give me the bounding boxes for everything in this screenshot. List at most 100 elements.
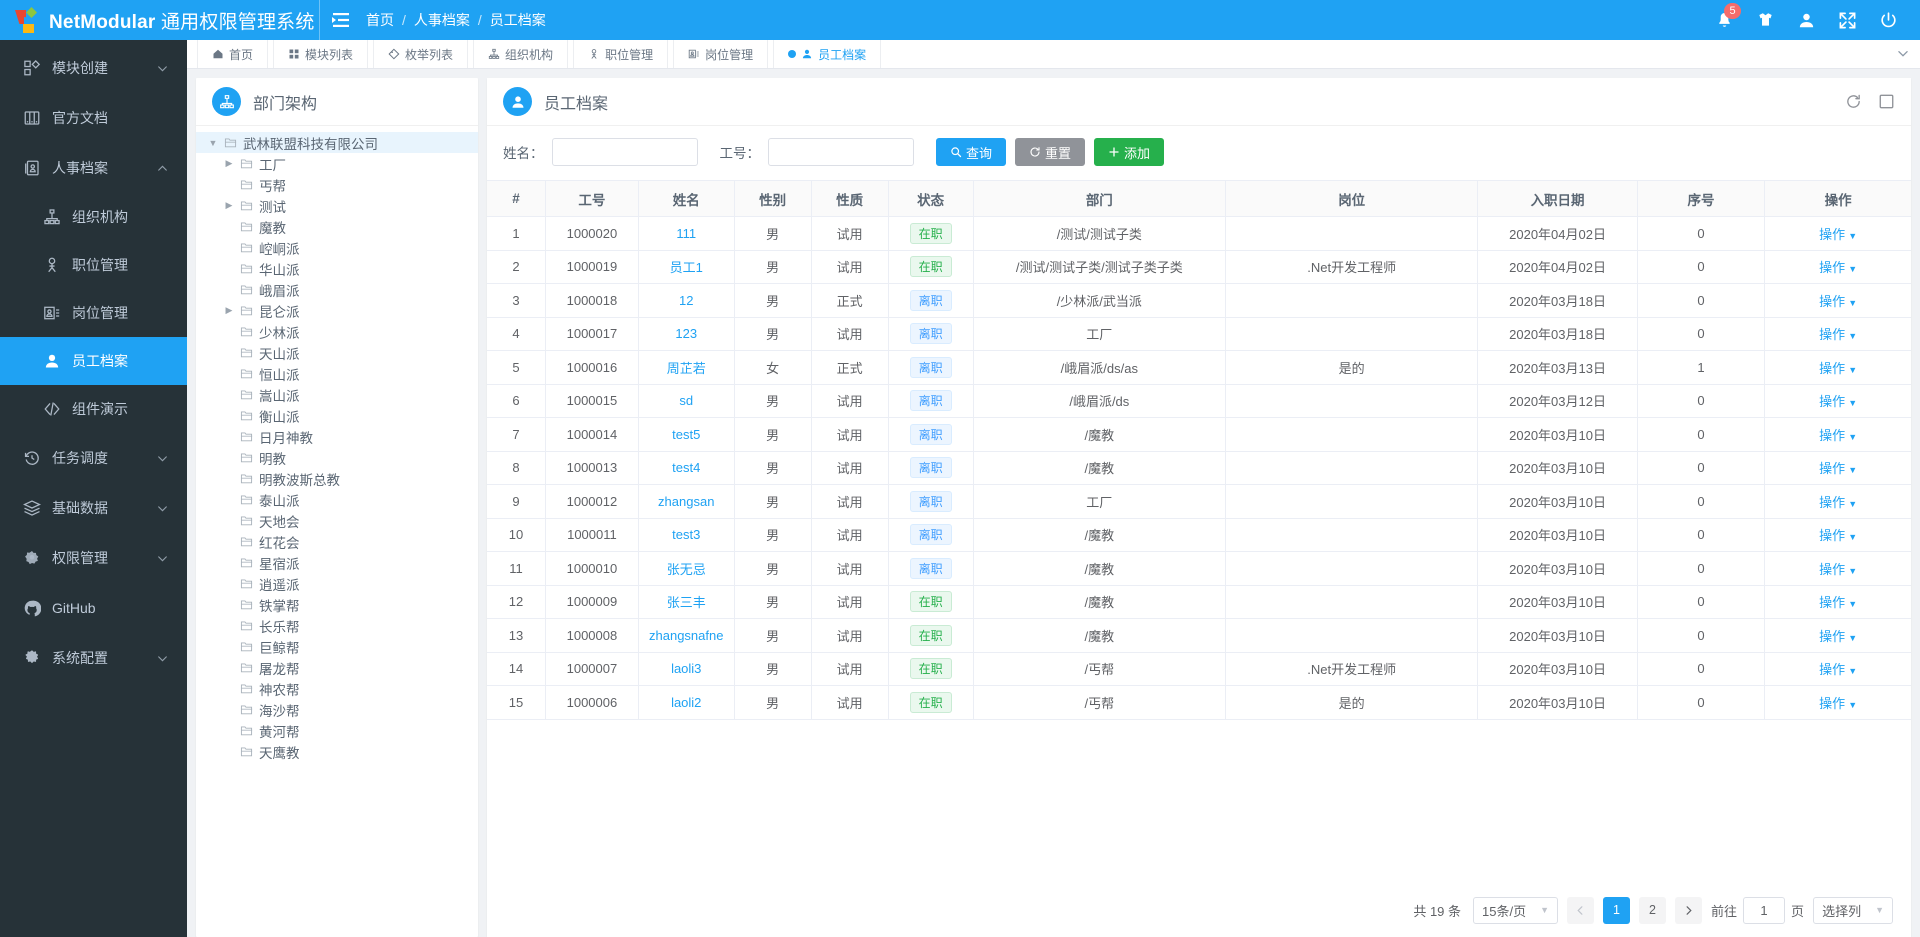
table-row[interactable]: 1 1000020 111 男 试用 在职 /测试/测试子类 2020年04月0… bbox=[487, 216, 1911, 251]
sidebar-item-0[interactable]: 模块创建 bbox=[0, 43, 187, 93]
row-operation-dropdown[interactable]: 操作 ▼ bbox=[1819, 629, 1857, 644]
caret-right-icon[interactable]: ▶ bbox=[220, 200, 238, 211]
theme-switch-button[interactable] bbox=[1756, 11, 1775, 30]
add-button[interactable]: 添加 bbox=[1094, 138, 1165, 166]
tab-5[interactable]: 岗位管理 bbox=[673, 40, 769, 68]
sidebar-item-3[interactable]: 组织机构 bbox=[0, 193, 187, 241]
tree-node-11[interactable]: 恒山派 bbox=[196, 363, 478, 384]
cell-name[interactable]: test5 bbox=[638, 417, 735, 452]
fullscreen-panel-icon[interactable] bbox=[1878, 93, 1895, 110]
notification-button[interactable]: 5 bbox=[1715, 2, 1741, 30]
sidebar-item-2[interactable]: 人事档案 bbox=[0, 143, 187, 193]
tree-node-5[interactable]: 崆峒派 bbox=[196, 237, 478, 258]
cell-operation[interactable]: 操作 ▼ bbox=[1764, 518, 1911, 552]
user-profile-button[interactable] bbox=[1797, 11, 1816, 30]
fullscreen-button[interactable] bbox=[1838, 11, 1857, 30]
sidebar-item-10[interactable]: 权限管理 bbox=[0, 533, 187, 583]
table-row[interactable]: 10 1000011 test3 男 试用 离职 /魔教 2020年03月10日… bbox=[487, 518, 1911, 552]
tree-node-29[interactable]: 天鹰教 bbox=[196, 741, 478, 762]
tree-node-0[interactable]: ▼ 武林联盟科技有限公司 bbox=[196, 132, 478, 153]
row-operation-dropdown[interactable]: 操作 ▼ bbox=[1819, 562, 1857, 577]
cell-name[interactable]: 张三丰 bbox=[638, 585, 735, 619]
cell-name[interactable]: laoli3 bbox=[638, 652, 735, 686]
breadcrumb-item-1[interactable]: 人事档案 bbox=[414, 10, 470, 30]
pagination-jump-input[interactable] bbox=[1743, 896, 1786, 924]
row-operation-dropdown[interactable]: 操作 ▼ bbox=[1819, 227, 1857, 242]
row-operation-dropdown[interactable]: 操作 ▼ bbox=[1819, 260, 1857, 275]
row-operation-dropdown[interactable]: 操作 ▼ bbox=[1819, 294, 1857, 309]
table-row[interactable]: 15 1000006 laoli2 男 试用 在职 /丐帮 是的 2020年03… bbox=[487, 685, 1911, 720]
reset-button[interactable]: 重置 bbox=[1015, 138, 1086, 166]
tab-4[interactable]: 职位管理 bbox=[573, 40, 669, 68]
cell-name[interactable]: 张无忌 bbox=[638, 551, 735, 586]
sidebar-item-12[interactable]: 系统配置 bbox=[0, 633, 187, 683]
cell-operation[interactable]: 操作 ▼ bbox=[1764, 652, 1911, 686]
caret-right-icon[interactable]: ▶ bbox=[220, 305, 238, 316]
cell-name[interactable]: 12 bbox=[638, 283, 735, 318]
row-operation-dropdown[interactable]: 操作 ▼ bbox=[1819, 394, 1857, 409]
table-row[interactable]: 8 1000013 test4 男 试用 离职 /魔教 2020年03月10日 … bbox=[487, 451, 1911, 485]
row-operation-dropdown[interactable]: 操作 ▼ bbox=[1819, 428, 1857, 443]
tab-3[interactable]: 组织机构 bbox=[473, 40, 569, 68]
tree-node-7[interactable]: 峨眉派 bbox=[196, 279, 478, 300]
sidebar-item-9[interactable]: 基础数据 bbox=[0, 483, 187, 533]
cell-operation[interactable]: 操作 ▼ bbox=[1764, 551, 1911, 586]
pagination-prev-button[interactable] bbox=[1567, 896, 1595, 924]
table-row[interactable]: 14 1000007 laoli3 男 试用 在职 /丐帮 .Net开发工程师 … bbox=[487, 652, 1911, 686]
pagination-page-1[interactable]: 1 bbox=[1603, 896, 1631, 924]
cell-name[interactable]: zhangsnafne bbox=[638, 618, 735, 653]
tree-node-13[interactable]: 衡山派 bbox=[196, 405, 478, 426]
tab-1[interactable]: 模块列表 bbox=[273, 40, 369, 68]
tree-node-4[interactable]: 魔教 bbox=[196, 216, 478, 237]
name-search-input[interactable] bbox=[551, 138, 698, 166]
cell-operation[interactable]: 操作 ▼ bbox=[1764, 417, 1911, 452]
tree-node-14[interactable]: 日月神教 bbox=[196, 426, 478, 447]
table-row[interactable]: 12 1000009 张三丰 男 试用 在职 /魔教 2020年03月10日 0… bbox=[487, 585, 1911, 619]
tree-node-24[interactable]: 巨鲸帮 bbox=[196, 636, 478, 657]
cell-name[interactable]: test3 bbox=[638, 518, 735, 552]
tree-node-19[interactable]: 红花会 bbox=[196, 531, 478, 552]
cell-operation[interactable]: 操作 ▼ bbox=[1764, 618, 1911, 653]
query-button[interactable]: 查询 bbox=[936, 138, 1007, 166]
cell-operation[interactable]: 操作 ▼ bbox=[1764, 451, 1911, 485]
table-row[interactable]: 11 1000010 张无忌 男 试用 离职 /魔教 2020年03月10日 0… bbox=[487, 551, 1911, 586]
caret-right-icon[interactable]: ▶ bbox=[220, 158, 238, 169]
tree-node-27[interactable]: 海沙帮 bbox=[196, 699, 478, 720]
table-row[interactable]: 5 1000016 周芷若 女 正式 离职 /峨眉派/ds/as 是的 2020… bbox=[487, 350, 1911, 385]
tab-0[interactable]: 首页 bbox=[197, 40, 269, 68]
table-row[interactable]: 3 1000018 12 男 正式 离职 /少林派/武当派 2020年03月18… bbox=[487, 283, 1911, 318]
row-operation-dropdown[interactable]: 操作 ▼ bbox=[1819, 696, 1857, 711]
sidebar-item-11[interactable]: GitHub bbox=[0, 583, 187, 633]
row-operation-dropdown[interactable]: 操作 ▼ bbox=[1819, 495, 1857, 510]
tab-2[interactable]: 枚举列表 bbox=[373, 40, 469, 68]
row-operation-dropdown[interactable]: 操作 ▼ bbox=[1819, 361, 1857, 376]
table-row[interactable]: 4 1000017 123 男 试用 离职 工厂 2020年03月18日 0 操… bbox=[487, 317, 1911, 351]
row-operation-dropdown[interactable]: 操作 ▼ bbox=[1819, 327, 1857, 342]
tree-node-23[interactable]: 长乐帮 bbox=[196, 615, 478, 636]
table-row[interactable]: 7 1000014 test5 男 试用 离职 /魔教 2020年03月10日 … bbox=[487, 417, 1911, 452]
pagination-next-button[interactable] bbox=[1675, 896, 1703, 924]
cell-operation[interactable]: 操作 ▼ bbox=[1764, 685, 1911, 720]
table-row[interactable]: 13 1000008 zhangsnafne 男 试用 在职 /魔教 2020年… bbox=[487, 618, 1911, 653]
sidebar-item-5[interactable]: 岗位管理 bbox=[0, 289, 187, 337]
table-row[interactable]: 2 1000019 员工1 男 试用 在职 /测试/测试子类/测试子类子类 .N… bbox=[487, 250, 1911, 284]
tree-node-18[interactable]: 天地会 bbox=[196, 510, 478, 531]
tree-node-15[interactable]: 明教 bbox=[196, 447, 478, 468]
sidebar-item-6[interactable]: 员工档案 bbox=[0, 337, 187, 385]
tree-node-28[interactable]: 黄河帮 bbox=[196, 720, 478, 741]
cell-operation[interactable]: 操作 ▼ bbox=[1764, 216, 1911, 251]
table-row[interactable]: 9 1000012 zhangsan 男 试用 离职 工厂 2020年03月10… bbox=[487, 484, 1911, 519]
tree-node-12[interactable]: 嵩山派 bbox=[196, 384, 478, 405]
sidebar-item-7[interactable]: 组件演示 bbox=[0, 385, 187, 433]
cell-operation[interactable]: 操作 ▼ bbox=[1764, 384, 1911, 418]
logout-button[interactable] bbox=[1879, 11, 1898, 30]
tree-node-3[interactable]: ▶ 测试 bbox=[196, 195, 478, 216]
tree-node-10[interactable]: 天山派 bbox=[196, 342, 478, 363]
tree-node-2[interactable]: 丐帮 bbox=[196, 174, 478, 195]
cell-name[interactable]: test4 bbox=[638, 451, 735, 485]
row-operation-dropdown[interactable]: 操作 ▼ bbox=[1819, 662, 1857, 677]
tree-node-16[interactable]: 明教波斯总教 bbox=[196, 468, 478, 489]
caret-down-icon[interactable]: ▼ bbox=[204, 138, 222, 148]
tree-node-25[interactable]: 屠龙帮 bbox=[196, 657, 478, 678]
breadcrumb-item-2[interactable]: 员工档案 bbox=[490, 10, 546, 30]
